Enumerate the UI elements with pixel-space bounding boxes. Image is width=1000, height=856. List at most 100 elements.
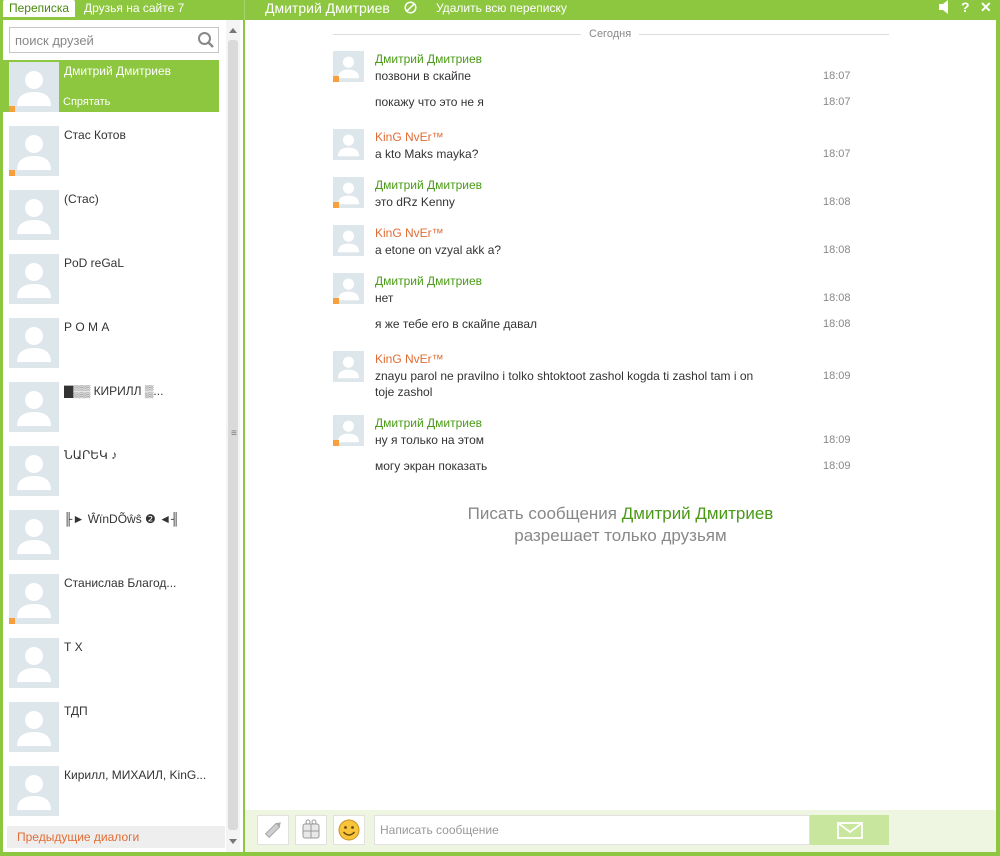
online-indicator — [9, 170, 15, 176]
message-input[interactable] — [380, 817, 800, 843]
avatar[interactable] — [9, 126, 59, 176]
friends-panel: Дмитрий Дмитриев Спрятать Стас Котов (Стас)… — [3, 20, 243, 852]
friend-name: (Стас) — [64, 192, 99, 206]
chat-title[interactable]: Дмитрий Дмитриев — [265, 0, 390, 16]
online-indicator — [333, 440, 339, 446]
search-input[interactable] — [15, 29, 195, 51]
message-author[interactable]: Дмитрий Дмитриев — [375, 52, 482, 66]
send-button[interactable] — [810, 815, 889, 845]
message-avatar[interactable] — [333, 415, 364, 446]
hide-link[interactable]: Спрятать — [63, 96, 110, 108]
gift-button[interactable] — [295, 815, 327, 845]
block-icon[interactable] — [404, 1, 417, 14]
avatar[interactable] — [9, 318, 59, 368]
notice-suffix: разрешает только друзьям — [514, 526, 727, 545]
message-author[interactable]: KinG NvEr™ — [375, 130, 444, 144]
friend-item[interactable]: Дмитрий Дмитриев Спрятать — [3, 60, 227, 124]
friend-item[interactable]: Станислав Благод... — [3, 572, 227, 636]
friend-name: ╟► ŴïnDÕŵŝ ❷ ◄╢ — [64, 512, 180, 526]
message-author[interactable]: KinG NvEr™ — [375, 352, 444, 366]
gift-icon — [302, 819, 320, 839]
friend-item[interactable]: Р О М А — [3, 316, 227, 380]
friend-item[interactable]: ▇▒▒ КИРИЛЛ ▒... — [3, 380, 227, 444]
friend-item[interactable]: ╟► ŴïnDÕŵŝ ❷ ◄╢ — [3, 508, 227, 572]
pencil-icon — [265, 822, 281, 838]
search-icon[interactable] — [197, 31, 215, 49]
avatar[interactable] — [9, 766, 59, 816]
friend-name: PoD reGaL — [64, 256, 125, 270]
friend-item[interactable]: PoD reGaL — [3, 252, 227, 316]
message-time: 18:07 — [823, 96, 851, 108]
avatar[interactable] — [9, 62, 59, 112]
avatar[interactable] — [9, 254, 59, 304]
scroll-up-arrow-icon[interactable] — [229, 28, 237, 33]
message-author[interactable]: Дмитрий Дмитриев — [375, 416, 482, 430]
online-indicator — [333, 298, 339, 304]
message-text: это dRz Kenny — [375, 195, 455, 209]
help-icon[interactable]: ? — [961, 0, 970, 15]
attach-button[interactable] — [257, 815, 289, 845]
write-restriction-notice: Писать сообщения Дмитрий Дмитриев разреш… — [245, 503, 996, 547]
friend-name: ▇▒▒ КИРИЛЛ ▒... — [64, 384, 164, 398]
sound-icon[interactable] — [939, 0, 951, 17]
message-time: 18:08 — [823, 196, 851, 208]
scroll-down-arrow-icon[interactable] — [229, 839, 237, 844]
online-indicator — [9, 106, 15, 112]
friends-list: Дмитрий Дмитриев Спрятать Стас Котов (Стас)… — [3, 60, 227, 828]
message-avatar[interactable] — [333, 351, 364, 382]
top-bar: Переписка Друзья на сайте 7 Дмитрий Дмит… — [0, 0, 1000, 20]
top-divider — [244, 0, 245, 20]
friend-name: Кирилл, МИХАИЛ, KinG... — [64, 768, 207, 782]
message-time: 18:08 — [823, 318, 851, 330]
notice-name[interactable]: Дмитрий Дмитриев — [622, 504, 774, 523]
message-author[interactable]: Дмитрий Дмитриев — [375, 274, 482, 288]
friend-name: ՆԱՐԵԿ ♪ — [64, 448, 118, 462]
friend-item[interactable]: ТДП — [3, 700, 227, 764]
message-text: я же тебе его в скайпе давал — [375, 317, 538, 331]
message-text: могу экран показать — [375, 459, 488, 473]
message-avatar[interactable] — [333, 177, 364, 208]
avatar[interactable] — [9, 382, 59, 432]
friend-name: Р О М А — [64, 320, 110, 334]
online-indicator — [333, 76, 339, 82]
message-author[interactable]: Дмитрий Дмитриев — [375, 178, 482, 192]
message-avatar[interactable] — [333, 51, 364, 82]
search-box — [9, 27, 219, 53]
friend-item[interactable]: Т Х — [3, 636, 227, 700]
message-avatar[interactable] — [333, 225, 364, 256]
message-author[interactable]: KinG NvEr™ — [375, 226, 444, 240]
avatar[interactable] — [9, 702, 59, 752]
message-text: znayu parol ne pravilno i tolko shtoktoo… — [375, 369, 754, 399]
delete-all-link[interactable]: Удалить всю переписку — [436, 1, 567, 16]
avatar[interactable] — [9, 190, 59, 240]
online-indicator — [333, 202, 339, 208]
friend-item[interactable]: (Стас) — [3, 188, 227, 252]
envelope-icon — [837, 822, 863, 839]
smiley-button[interactable] — [333, 815, 365, 845]
avatar[interactable] — [9, 446, 59, 496]
day-label: Сегодня — [581, 28, 640, 41]
previous-dialogs-link[interactable]: Предыдущие диалоги — [7, 826, 225, 848]
message-time: 18:07 — [823, 70, 851, 82]
message-time: 18:09 — [823, 434, 851, 446]
message-text: позвони в скайпе — [375, 69, 471, 83]
friend-item[interactable]: Кирилл, МИХАИЛ, KinG... — [3, 764, 227, 828]
avatar[interactable] — [9, 574, 59, 624]
friend-name: ТДП — [64, 704, 88, 718]
tab-friends-online[interactable]: Друзья на сайте 7 — [84, 0, 184, 17]
message-text: ну я только на этом — [375, 433, 484, 447]
message-avatar[interactable] — [333, 129, 364, 160]
friend-item[interactable]: Стас Котов — [3, 124, 227, 188]
close-icon[interactable]: ✕ — [980, 0, 992, 15]
avatar[interactable] — [9, 510, 59, 560]
chat-panel: Сегодня Дмитрий Дмитриев позвони в скайпе… — [245, 20, 996, 810]
friend-name: Дмитрий Дмитриев — [64, 64, 171, 78]
tab-messages[interactable]: Переписка — [3, 0, 76, 17]
smiley-icon — [338, 819, 360, 841]
avatar[interactable] — [9, 638, 59, 688]
message-field-box — [374, 815, 810, 845]
message-time: 18:08 — [823, 292, 851, 304]
panel-resize-handle-icon[interactable]: ≡ — [231, 428, 237, 439]
message-avatar[interactable] — [333, 273, 364, 304]
friend-item[interactable]: ՆԱՐԵԿ ♪ — [3, 444, 227, 508]
